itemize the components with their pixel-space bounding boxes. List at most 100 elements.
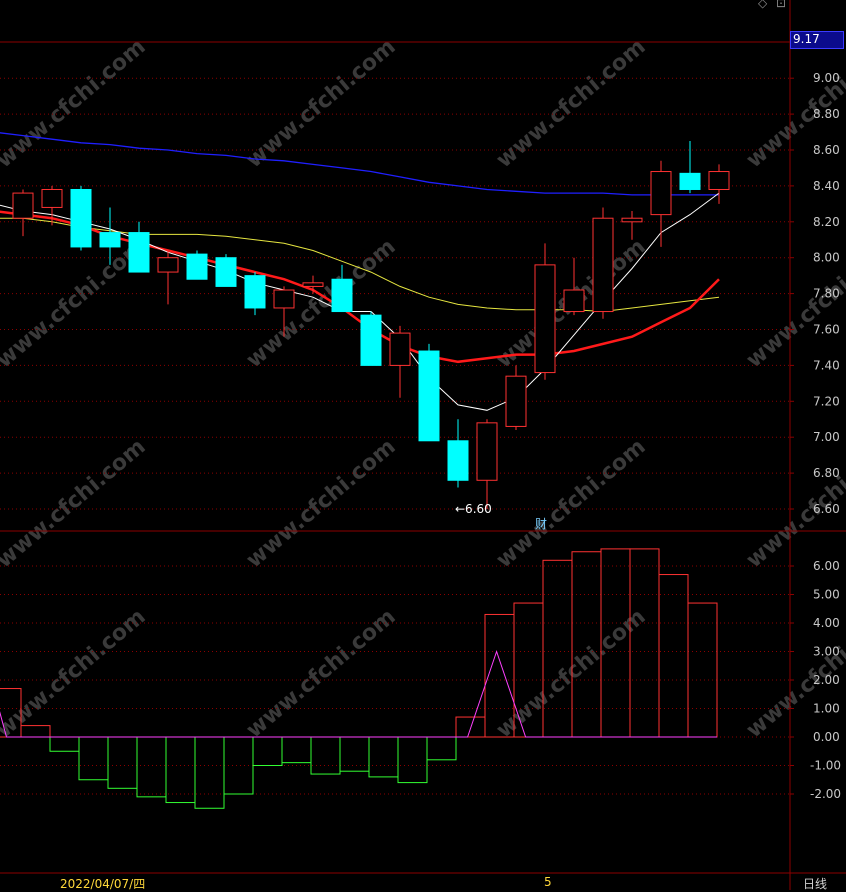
price-tick-label: 8.00 xyxy=(813,251,840,265)
macd-tick-label: 3.00 xyxy=(813,645,840,659)
stock-chart[interactable]: www.cfchi.com www.cfchi.com www.cfchi.com w… xyxy=(0,0,846,890)
price-tick-label: 7.80 xyxy=(813,287,840,301)
candle-body xyxy=(302,282,324,287)
watermark-text: www.cfchi.com xyxy=(242,604,401,743)
watermark-text: www.cfchi.com xyxy=(0,34,151,173)
price-tick-label: 8.80 xyxy=(813,107,840,121)
candle-body xyxy=(476,422,498,481)
candle xyxy=(447,419,469,488)
candle-body xyxy=(650,171,672,216)
candle-body xyxy=(592,217,614,313)
candle xyxy=(621,211,643,240)
candle xyxy=(534,243,556,380)
price-tick-label: 8.60 xyxy=(813,143,840,157)
macd-tick-label: -1.00 xyxy=(810,759,841,773)
price-tick-label: 8.40 xyxy=(813,179,840,193)
candle xyxy=(215,254,237,287)
price-tick-label: 7.00 xyxy=(813,430,840,444)
macd-tick-label: 1.00 xyxy=(813,702,840,716)
candle-body xyxy=(157,257,179,273)
macd-bar xyxy=(368,736,399,778)
macd-signal-line xyxy=(0,649,717,738)
macd-bar xyxy=(397,736,428,784)
candle-body xyxy=(128,232,150,273)
price-tick-label: 9.00 xyxy=(813,71,840,85)
macd-bar xyxy=(542,559,573,738)
candle xyxy=(70,185,92,251)
current-price-badge: 9.17 xyxy=(790,31,844,49)
price-tick-label: 6.60 xyxy=(813,502,840,516)
macd-bar xyxy=(194,736,225,809)
candle-body xyxy=(534,264,556,374)
candle xyxy=(157,250,179,305)
macd-bar xyxy=(107,736,138,789)
macd-bar xyxy=(426,736,457,761)
candle-body xyxy=(563,289,585,313)
candle xyxy=(476,419,498,509)
candle xyxy=(418,343,440,442)
watermark-text: www.cfchi.com xyxy=(492,434,651,573)
ma60-line xyxy=(0,132,719,196)
date-label: 2022/04/07/四 xyxy=(60,877,146,891)
candle-body xyxy=(505,375,527,427)
candle-body xyxy=(418,350,440,442)
candle-body xyxy=(99,232,121,248)
candle xyxy=(360,311,382,366)
price-tick-label: 7.40 xyxy=(813,358,840,372)
candle xyxy=(650,160,672,247)
candle-body xyxy=(708,171,730,190)
candle xyxy=(505,365,527,431)
finance-marker[interactable]: 财 xyxy=(535,515,547,532)
price-tick-label: 8.20 xyxy=(813,215,840,229)
candle xyxy=(389,325,411,398)
macd-bar xyxy=(165,736,196,804)
macd-tick-label: 6.00 xyxy=(813,559,840,573)
macd-bar xyxy=(49,736,80,752)
min-price-annotation: ←6.60 xyxy=(455,502,492,516)
watermark-text: www.cfchi.com xyxy=(492,604,651,743)
watermark-text: www.cfchi.com xyxy=(0,604,151,743)
candle-body xyxy=(679,172,701,190)
date-marker: 5 xyxy=(544,875,552,889)
candle-body xyxy=(331,278,353,313)
watermark-text: www.cfchi.com xyxy=(492,34,651,173)
candle-body xyxy=(186,253,208,280)
candle-body xyxy=(360,314,382,366)
current-price-label: 9.17 xyxy=(793,32,820,46)
maximize-icon[interactable]: ⊡ xyxy=(776,0,786,10)
macd-bar xyxy=(281,736,312,764)
watermark-text: www.cfchi.com xyxy=(0,234,151,373)
macd-tick-label: 2.00 xyxy=(813,673,840,687)
macd-histogram xyxy=(0,548,718,809)
candle xyxy=(186,250,208,280)
price-tick-label: 7.60 xyxy=(813,323,840,337)
candle-body xyxy=(244,275,266,309)
candle xyxy=(592,207,614,319)
price-tick-label: 6.80 xyxy=(813,466,840,480)
watermark-text: www.cfchi.com xyxy=(242,34,401,173)
candle-body xyxy=(447,440,469,481)
price-tick-label: 7.20 xyxy=(813,394,840,408)
macd-tick-label: 5.00 xyxy=(813,588,840,602)
macd-tick-label: 4.00 xyxy=(813,616,840,630)
period-label[interactable]: 日线 xyxy=(803,875,827,892)
macd-bar xyxy=(136,736,167,798)
macd-bar xyxy=(339,736,370,772)
candle-body xyxy=(273,289,295,309)
macd-bar xyxy=(78,736,109,781)
candle-body xyxy=(70,188,92,248)
candle-body xyxy=(621,217,643,223)
candle-body xyxy=(389,332,411,366)
candle xyxy=(128,221,150,273)
candle-body xyxy=(41,188,63,208)
candle xyxy=(244,272,266,316)
candle-body xyxy=(215,257,237,287)
candle-body xyxy=(12,192,34,219)
macd-bar xyxy=(658,574,689,738)
candle xyxy=(679,141,701,194)
watermark-text: www.cfchi.com xyxy=(0,434,151,573)
candle xyxy=(12,189,34,237)
macd-tick-label: -2.00 xyxy=(810,787,841,801)
diamond-icon[interactable]: ◇ xyxy=(758,0,767,10)
macd-tick-label: 0.00 xyxy=(813,730,840,744)
